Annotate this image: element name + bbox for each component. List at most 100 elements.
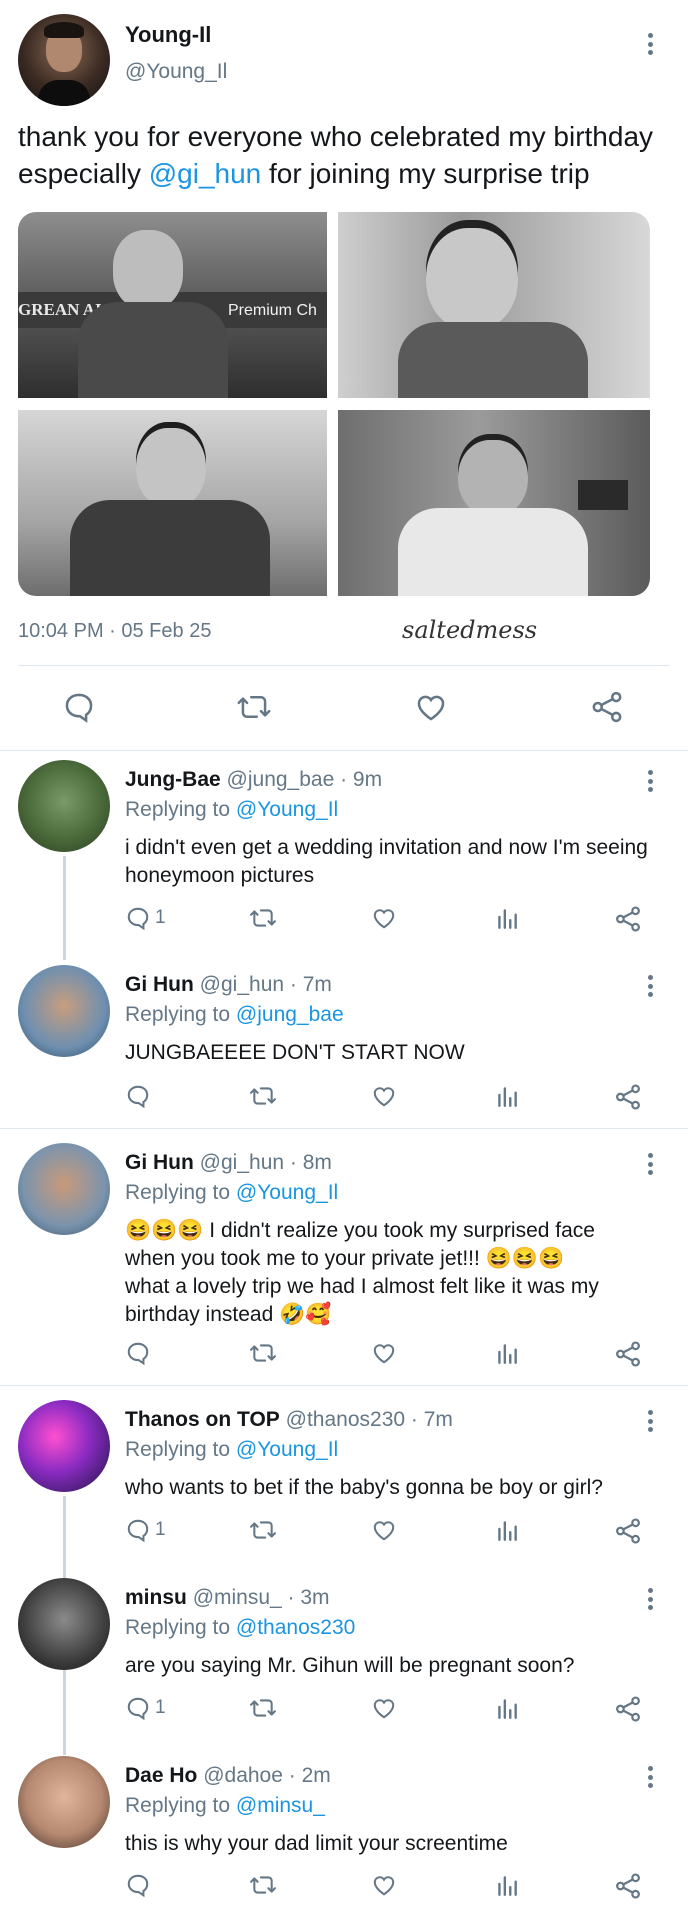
more-options-icon[interactable] xyxy=(640,1762,660,1792)
reply-display-name[interactable]: Gi Hun xyxy=(125,973,194,996)
analytics-icon[interactable] xyxy=(494,1083,520,1109)
reply-icon[interactable] xyxy=(125,1340,151,1366)
reply-header: Dae Ho @dahoe · 2m xyxy=(125,1764,331,1788)
reply-display-name[interactable]: Jung-Bae xyxy=(125,768,221,791)
retweet-icon[interactable] xyxy=(248,1517,278,1543)
like-icon[interactable] xyxy=(370,1517,398,1543)
analytics-icon-glyph xyxy=(498,909,517,929)
reply-display-name[interactable]: Dae Ho xyxy=(125,1764,197,1787)
tweet-photo-1[interactable]: GREAN AI Premium Ch xyxy=(18,212,327,398)
replying-to: Replying to @jung_bae xyxy=(125,1003,344,1027)
reply-icon[interactable]: 1 xyxy=(125,1695,166,1721)
share-icon[interactable] xyxy=(590,690,624,724)
share-icon[interactable] xyxy=(614,1083,642,1111)
reply-avatar[interactable] xyxy=(18,1756,110,1848)
reply-icon[interactable]: 1 xyxy=(125,1517,166,1543)
reply-handle-time[interactable]: @thanos230 · 7m xyxy=(286,1408,453,1431)
analytics-icon[interactable] xyxy=(494,1517,520,1543)
reply-avatar[interactable] xyxy=(18,965,110,1057)
author-handle[interactable]: @Young_Il xyxy=(125,60,227,84)
more-options-icon[interactable] xyxy=(640,1406,660,1436)
retweet-icon[interactable] xyxy=(248,1695,278,1721)
like-icon[interactable] xyxy=(370,1340,398,1366)
analytics-icon[interactable] xyxy=(494,905,520,931)
analytics-icon-glyph xyxy=(498,1344,517,1364)
analytics-icon[interactable] xyxy=(494,1695,520,1721)
analytics-icon-glyph xyxy=(498,1521,517,1541)
more-options-icon[interactable] xyxy=(640,29,660,59)
reply-handle-time[interactable]: @gi_hun · 7m xyxy=(200,973,332,996)
watermark-text: saltedmess xyxy=(402,616,538,644)
share-icon-glyph xyxy=(616,1341,640,1367)
tweet-photo-2[interactable] xyxy=(338,212,650,398)
reply-display-name[interactable]: minsu xyxy=(125,1586,187,1609)
replying-to-link[interactable]: @Young_Il xyxy=(236,1181,338,1204)
reply-avatar[interactable] xyxy=(18,1578,110,1670)
more-options-icon[interactable] xyxy=(640,766,660,796)
retweet-icon[interactable] xyxy=(236,690,272,724)
more-options-icon[interactable] xyxy=(640,1149,660,1179)
replying-to-label: Replying to xyxy=(125,1003,231,1026)
reply-text: who wants to bet if the baby's gonna be … xyxy=(125,1476,603,1499)
tweet-mention-link[interactable]: @gi_hun xyxy=(149,158,262,189)
like-icon-glyph xyxy=(373,1699,395,1719)
share-icon[interactable] xyxy=(614,1340,642,1368)
tweet-photo-3[interactable] xyxy=(18,410,327,596)
retweet-icon[interactable] xyxy=(248,1872,278,1898)
retweet-icon[interactable] xyxy=(248,1340,278,1366)
reply-avatar[interactable] xyxy=(18,760,110,852)
like-icon[interactable] xyxy=(370,905,398,931)
replying-to-link[interactable]: @minsu_ xyxy=(236,1794,325,1817)
reply-handle-time[interactable]: @gi_hun · 8m xyxy=(200,1151,332,1174)
reply-text: i didn't even get a wedding invitation a… xyxy=(125,836,648,887)
share-icon[interactable] xyxy=(614,1872,642,1900)
retweet-icon-glyph xyxy=(250,1876,276,1894)
tweet-text-end: for joining my surprise trip xyxy=(261,158,590,189)
reply-icon[interactable] xyxy=(125,1872,151,1898)
retweet-icon[interactable] xyxy=(248,1083,278,1109)
reply-handle-time[interactable]: @jung_bae · 9m xyxy=(227,768,383,791)
author-avatar[interactable] xyxy=(18,14,110,106)
retweet-icon-glyph xyxy=(250,1521,276,1539)
share-icon[interactable] xyxy=(614,905,642,933)
reply-display-name[interactable]: Thanos on TOP xyxy=(125,1408,280,1431)
more-options-icon[interactable] xyxy=(640,971,660,1001)
like-icon[interactable] xyxy=(414,690,448,724)
tweet-timestamp[interactable]: 10:04 PM · 05 Feb 25 xyxy=(18,620,211,643)
reply-count: 1 xyxy=(155,907,166,928)
replying-to-label: Replying to xyxy=(125,1181,231,1204)
reply-avatar[interactable] xyxy=(18,1400,110,1492)
reply-handle-time[interactable]: @minsu_ · 3m xyxy=(193,1586,330,1609)
share-icon[interactable] xyxy=(614,1695,642,1723)
reply-icon[interactable] xyxy=(62,690,96,724)
like-icon[interactable] xyxy=(370,1695,398,1721)
replying-to-link[interactable]: @jung_bae xyxy=(236,1003,344,1026)
reply-handle-time[interactable]: @dahoe · 2m xyxy=(203,1764,331,1787)
reply-avatar[interactable] xyxy=(18,1143,110,1235)
retweet-icon[interactable] xyxy=(248,905,278,931)
like-icon-glyph xyxy=(373,1876,395,1896)
reply-icon[interactable]: 1 xyxy=(125,905,166,931)
analytics-icon[interactable] xyxy=(494,1340,520,1366)
analytics-icon-glyph xyxy=(498,1876,517,1896)
replying-to-link[interactable]: @Young_Il xyxy=(236,1438,338,1461)
author-display-name[interactable]: Young-Il xyxy=(125,22,211,48)
like-icon[interactable] xyxy=(370,1083,398,1109)
replying-to-label: Replying to xyxy=(125,798,231,821)
share-icon-glyph xyxy=(616,1084,640,1110)
tweet-photo-4[interactable] xyxy=(338,410,650,596)
share-icon[interactable] xyxy=(614,1517,642,1545)
reply-text: JUNGBAEEEE DON'T START NOW xyxy=(125,1041,465,1064)
reply-text-line: birthday instead 🤣🥰 xyxy=(125,1303,332,1326)
reply-text: this is why your dad limit your screenti… xyxy=(125,1832,508,1855)
analytics-icon[interactable] xyxy=(494,1872,520,1898)
replying-to-link[interactable]: @thanos230 xyxy=(236,1616,355,1639)
share-icon-glyph xyxy=(616,1873,640,1899)
more-options-icon[interactable] xyxy=(640,1584,660,1614)
replying-to-link[interactable]: @Young_Il xyxy=(236,798,338,821)
reply-icon-glyph xyxy=(127,1342,149,1366)
like-icon[interactable] xyxy=(370,1872,398,1898)
reply-icon[interactable] xyxy=(125,1083,151,1109)
reply-display-name[interactable]: Gi Hun xyxy=(125,1151,194,1174)
replying-to-label: Replying to xyxy=(125,1438,231,1461)
